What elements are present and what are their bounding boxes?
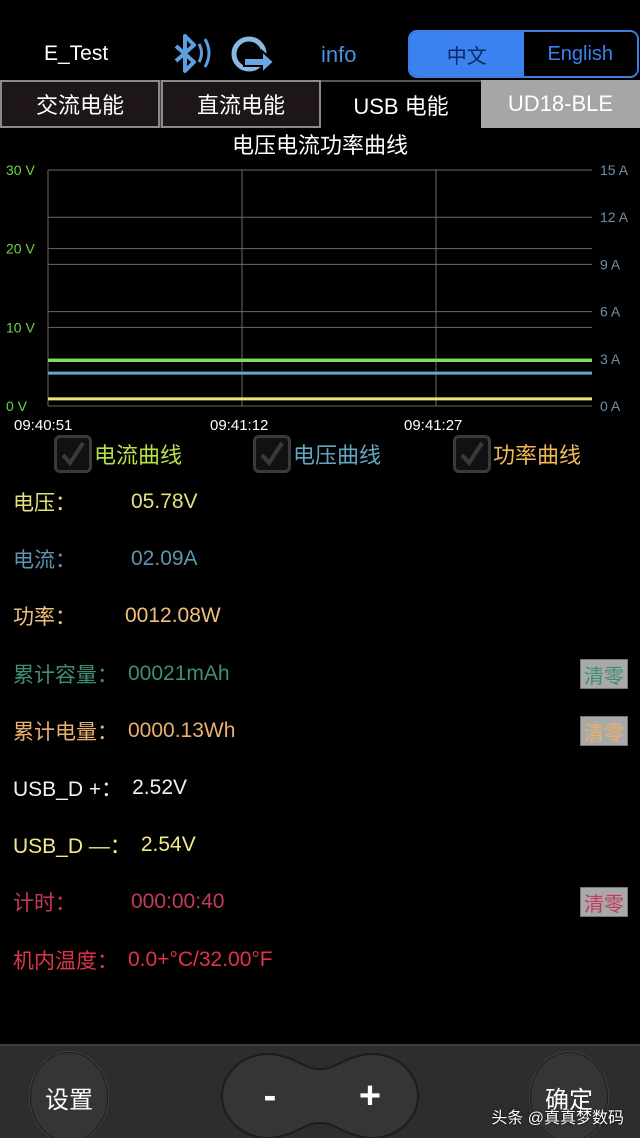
- mode-tabs: 交流电能 直流电能 USB 电能 UD18-BLE: [0, 80, 640, 128]
- checkbox[interactable]: [54, 435, 92, 473]
- y-tick-right: 15 A: [600, 162, 629, 178]
- temperature-value: 0.0+°C/32.00°F: [128, 948, 273, 971]
- sync-icon[interactable]: [228, 34, 276, 76]
- checkmark-icon: [61, 441, 85, 467]
- app-title: E_Test: [44, 42, 109, 65]
- language-option-chinese[interactable]: 中文: [410, 32, 524, 76]
- tab-usb-energy[interactable]: USB 电能: [321, 80, 481, 128]
- watermark: 头条 @真真梦数码: [491, 1110, 624, 1127]
- tab-device-ud18-ble[interactable]: UD18-BLE: [481, 80, 640, 128]
- timer-value: 000:00:40: [131, 890, 225, 913]
- label: USB_D —：: [13, 835, 131, 858]
- label: 电: [13, 549, 34, 572]
- label: 计: [13, 892, 34, 915]
- y-tick-left: 0 V: [6, 398, 28, 414]
- label: 功: [13, 606, 34, 629]
- y-tick-right: 3 A: [600, 351, 621, 367]
- energy-value: 0000.13Wh: [128, 719, 236, 742]
- toggle-power-curve[interactable]: 功率曲线: [453, 434, 581, 474]
- tab-dc-energy[interactable]: 直流电能: [161, 80, 321, 128]
- label: 压：: [34, 492, 76, 515]
- reading-capacity: 累计容量： 00021mAh: [13, 659, 230, 689]
- usb-dminus-value: 2.54V: [140, 833, 196, 856]
- toggle-current-curve[interactable]: 电流曲线: [54, 434, 182, 474]
- clear-energy-button[interactable]: 清零: [580, 716, 628, 746]
- label: 流：: [34, 549, 76, 572]
- y-tick-left: 30 V: [6, 162, 35, 178]
- current-value: 02.09A: [131, 547, 198, 570]
- x-tick: 09:41:27: [404, 417, 462, 434]
- increment-button[interactable]: +: [320, 1052, 420, 1138]
- adjust-stepper: - +: [220, 1052, 420, 1138]
- checkmark-icon: [460, 441, 484, 467]
- checkbox[interactable]: [253, 435, 291, 473]
- clear-capacity-button[interactable]: 清零: [580, 659, 628, 689]
- y-tick-right: 9 A: [600, 256, 621, 272]
- language-selector: 中文 English: [408, 30, 639, 78]
- reading-usb-dplus: USB_D +： 2.52V: [13, 773, 187, 803]
- reading-temperature: 机内温度： 0.0+°C/32.00°F: [13, 945, 273, 975]
- y-tick-right: 0 A: [600, 398, 621, 414]
- x-tick: 09:40:51: [14, 417, 72, 434]
- y-tick-left: 20 V: [6, 241, 35, 257]
- y-tick-left: 10 V: [6, 319, 35, 335]
- reading-current: 电流： 02.09A: [13, 544, 198, 574]
- language-option-english[interactable]: English: [523, 32, 637, 76]
- y-tick-right: 12 A: [600, 209, 629, 225]
- capacity-value: 00021mAh: [128, 662, 230, 685]
- legend-label: 功率曲线: [493, 443, 582, 468]
- voltage-value: 05.78V: [131, 490, 198, 513]
- bluetooth-icon[interactable]: [170, 32, 216, 78]
- settings-button[interactable]: 设置: [30, 1052, 108, 1138]
- info-link[interactable]: info: [321, 42, 356, 68]
- y-tick-right: 6 A: [600, 304, 621, 320]
- label: 电: [13, 492, 34, 515]
- label: 率：: [34, 606, 76, 629]
- voltage-current-power-chart: 0 V 10 V 20 V 30 V 0 A 3 A 6 A 9 A 12 A 15 A 09:40…: [6, 162, 629, 434]
- power-value: 0012.08W: [125, 604, 221, 627]
- toggle-voltage-curve[interactable]: 电压曲线: [253, 434, 381, 474]
- x-tick: 09:41:12: [210, 417, 268, 434]
- reading-energy: 累计电量： 0000.13Wh: [13, 716, 235, 746]
- reading-timer: 计时： 000:00:40: [13, 887, 224, 917]
- tab-ac-energy[interactable]: 交流电能: [0, 80, 160, 128]
- legend-label: 电流曲线: [94, 443, 183, 468]
- label: USB_D +：: [13, 778, 123, 801]
- label: 时：: [34, 892, 76, 915]
- curve-legend: 电流曲线 电压曲线 功率曲线: [0, 434, 640, 474]
- checkmark-icon: [260, 441, 284, 467]
- header: E_Test info 中文 English: [0, 0, 640, 80]
- reading-voltage: 电压： 05.78V: [13, 487, 198, 517]
- reading-power: 功率： 0012.08W: [13, 601, 221, 631]
- reading-usb-dminus: USB_D —： 2.54V: [13, 830, 196, 860]
- label: 累计容量：: [13, 664, 118, 687]
- label: 累计电量：: [13, 721, 118, 744]
- checkbox[interactable]: [453, 435, 491, 473]
- usb-dplus-value: 2.52V: [132, 776, 188, 799]
- label: 机内温度：: [13, 950, 118, 973]
- clear-timer-button[interactable]: 清零: [580, 887, 628, 917]
- legend-label: 电压曲线: [293, 443, 382, 468]
- decrement-button[interactable]: -: [220, 1052, 320, 1138]
